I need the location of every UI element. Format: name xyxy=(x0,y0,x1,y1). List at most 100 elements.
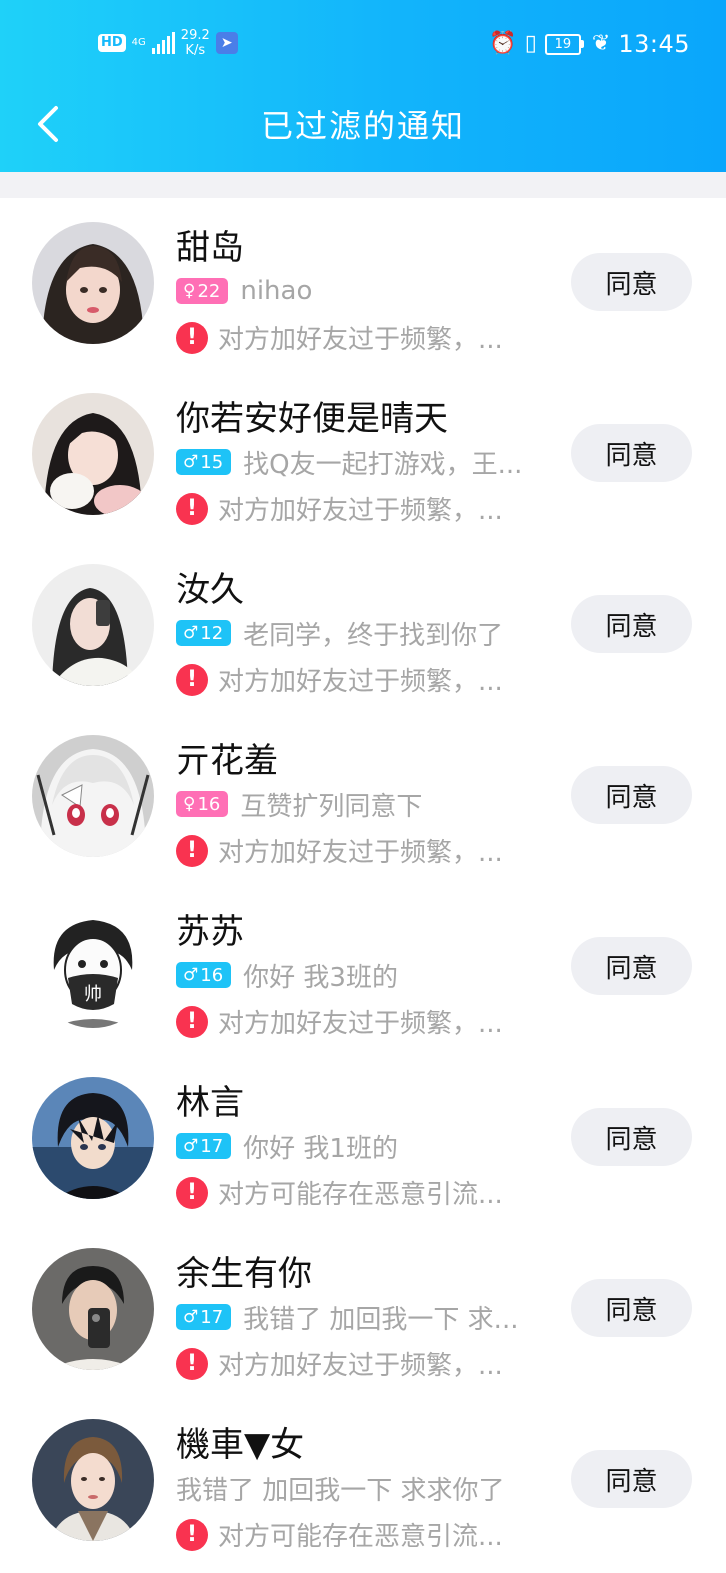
gender-age-tag: ♀ 22 xyxy=(176,278,229,304)
age: 15 xyxy=(200,451,224,473)
warning-icon: ! xyxy=(176,492,208,525)
age: 17 xyxy=(200,1306,224,1328)
svg-text:帅: 帅 xyxy=(84,984,102,1005)
avatar[interactable] xyxy=(32,393,154,515)
requester-name: 余生有你 xyxy=(176,1254,312,1294)
requester-name: 汝久 xyxy=(176,570,244,610)
gender-age-tag: ♀ 16 xyxy=(176,791,229,817)
gender-age-tag: ♂ 17 xyxy=(176,1133,232,1159)
warning-line: ! 对方可能存在恶意引流... xyxy=(176,1174,503,1211)
male-icon: ♂ xyxy=(183,1136,199,1156)
network-type: 4G xyxy=(131,37,146,48)
avatar[interactable] xyxy=(32,564,154,686)
male-icon: ♂ xyxy=(183,452,199,472)
requester-name: 亓花羞 xyxy=(176,741,278,781)
avatar[interactable] xyxy=(32,1419,154,1541)
warning-icon: ! xyxy=(176,663,208,696)
request-message: 老同学，终于找到你了 xyxy=(243,620,504,651)
list-item[interactable]: 亓花羞 ♀ 16 互赞扩列同意下 ! 对方加好友过于频繁，... 同意 xyxy=(0,711,726,882)
warning-icon: ! xyxy=(176,1347,208,1380)
request-message: 你好 我1班的 xyxy=(243,1133,398,1164)
warning-icon: ! xyxy=(176,834,208,867)
requester-meta: ♂ 16 你好 我3班的 xyxy=(176,960,398,993)
list-item[interactable]: 你若安好便是晴天 ♂ 15 找Q友一起打游戏，王... ! 对方加好友过于频繁，.… xyxy=(0,369,726,540)
avatar[interactable] xyxy=(32,222,154,344)
warning-icon: ! xyxy=(176,1518,208,1551)
list-item[interactable]: 帅 苏苏 ♂ 16 你好 我3班的 ! 对方加好友过于频繁，... 同意 xyxy=(0,882,726,1053)
alarm-icon: ⏰ xyxy=(489,31,517,56)
agree-button[interactable]: 同意 xyxy=(571,766,692,824)
net-speed-value: 29.2 xyxy=(180,28,210,43)
avatar[interactable] xyxy=(32,735,154,857)
request-message: nihao xyxy=(240,276,313,306)
requester-name: 甜岛 xyxy=(176,228,244,268)
net-speed: 29.2 K/s xyxy=(181,28,210,58)
requester-meta: ♂ 17 你好 我1班的 xyxy=(176,1131,398,1164)
list-item[interactable]: 林言 ♂ 17 你好 我1班的 ! 对方可能存在恶意引流... 同意 xyxy=(0,1053,726,1224)
agree-button[interactable]: 同意 xyxy=(571,1279,692,1337)
age: 17 xyxy=(200,1135,224,1157)
status-bar-left: HD 4G 29.2 K/s ➤ xyxy=(98,28,238,58)
requester-name: 你若安好便是晴天 xyxy=(176,399,448,439)
requester-meta: 我错了 加回我一下 求求你了 xyxy=(176,1473,505,1506)
female-icon: ♀ xyxy=(183,794,196,814)
request-message: 找Q友一起打游戏，王... xyxy=(243,449,523,480)
avatar[interactable] xyxy=(32,1248,154,1370)
list-item[interactable]: 機車▼女 我错了 加回我一下 求求你了 ! 对方可能存在恶意引流... 同意 xyxy=(0,1395,726,1566)
age: 22 xyxy=(197,280,221,302)
warning-line: ! 对方可能存在恶意引流... xyxy=(176,1516,503,1553)
age: 16 xyxy=(200,964,224,986)
vibrate-icon: ▯ xyxy=(524,31,537,56)
leaf-icon: ❦ xyxy=(591,31,611,56)
list-item[interactable]: 余生有你 ♂ 17 我错了 加回我一下 求... ! 对方加好友过于频繁，... … xyxy=(0,1224,726,1395)
requester-name: 機車▼女 xyxy=(176,1425,305,1465)
requester-meta: ♀ 22 nihao xyxy=(176,276,312,306)
battery-icon: 19 xyxy=(544,33,584,55)
male-icon: ♂ xyxy=(183,1307,199,1327)
filtered-request-list: 甜岛 ♀ 22 nihao ! 对方加好友过于频繁，... 同意 你若安好便是晴天… xyxy=(0,198,726,1566)
warning-icon: ! xyxy=(176,1005,208,1038)
app-notification-icon: ➤ xyxy=(215,32,238,54)
requester-meta: ♂ 17 我错了 加回我一下 求... xyxy=(176,1302,518,1335)
gender-age-tag: ♂ 12 xyxy=(176,620,232,646)
agree-button[interactable]: 同意 xyxy=(571,424,692,482)
warning-line: ! 对方加好友过于频繁，... xyxy=(176,1345,503,1382)
warning-text: 对方加好友过于频繁，... xyxy=(218,838,503,868)
female-icon: ♀ xyxy=(183,281,196,301)
warning-text: 对方加好友过于频繁，... xyxy=(218,1351,503,1381)
warning-icon: ! xyxy=(176,321,208,354)
list-item[interactable]: 汝久 ♂ 12 老同学，终于找到你了 ! 对方加好友过于频繁，... 同意 xyxy=(0,540,726,711)
warning-text: 对方可能存在恶意引流... xyxy=(218,1180,503,1210)
age: 12 xyxy=(200,622,224,644)
request-message: 互赞扩列同意下 xyxy=(240,791,423,822)
male-icon: ♂ xyxy=(183,965,199,985)
clock: 13:45 xyxy=(618,30,690,58)
agree-button[interactable]: 同意 xyxy=(571,1108,692,1166)
warning-icon: ! xyxy=(176,1176,208,1209)
status-bar-right: ⏰ ▯ 19 ❦ 13:45 xyxy=(489,30,690,58)
section-divider xyxy=(0,172,726,198)
requester-name: 林言 xyxy=(176,1083,244,1123)
age: 16 xyxy=(197,793,221,815)
agree-button[interactable]: 同意 xyxy=(571,253,692,311)
warning-text: 对方加好友过于频繁，... xyxy=(218,325,503,355)
avatar[interactable] xyxy=(32,1077,154,1199)
agree-button[interactable]: 同意 xyxy=(571,1450,692,1508)
warning-text: 对方加好友过于频繁，... xyxy=(218,1009,503,1039)
warning-line: ! 对方加好友过于频繁，... xyxy=(176,832,503,869)
list-item[interactable]: 甜岛 ♀ 22 nihao ! 对方加好友过于频繁，... 同意 xyxy=(0,198,726,369)
agree-button[interactable]: 同意 xyxy=(571,937,692,995)
warning-text: 对方加好友过于频繁，... xyxy=(218,496,503,526)
warning-line: ! 对方加好友过于频繁，... xyxy=(176,1003,503,1040)
net-speed-unit: K/s xyxy=(185,43,206,58)
warning-line: ! 对方加好友过于频繁，... xyxy=(176,319,503,356)
request-message: 你好 我3班的 xyxy=(243,962,398,993)
avatar[interactable]: 帅 xyxy=(32,906,154,1028)
status-bar: HD 4G 29.2 K/s ➤ ⏰ ▯ 19 ❦ 13:45 xyxy=(0,0,726,88)
warning-text: 对方可能存在恶意引流... xyxy=(218,1522,503,1552)
signal-icon xyxy=(151,32,175,54)
male-icon: ♂ xyxy=(183,623,199,643)
agree-button[interactable]: 同意 xyxy=(571,595,692,653)
hd-badge: HD xyxy=(98,34,126,52)
gender-age-tag: ♂ 15 xyxy=(176,449,232,475)
